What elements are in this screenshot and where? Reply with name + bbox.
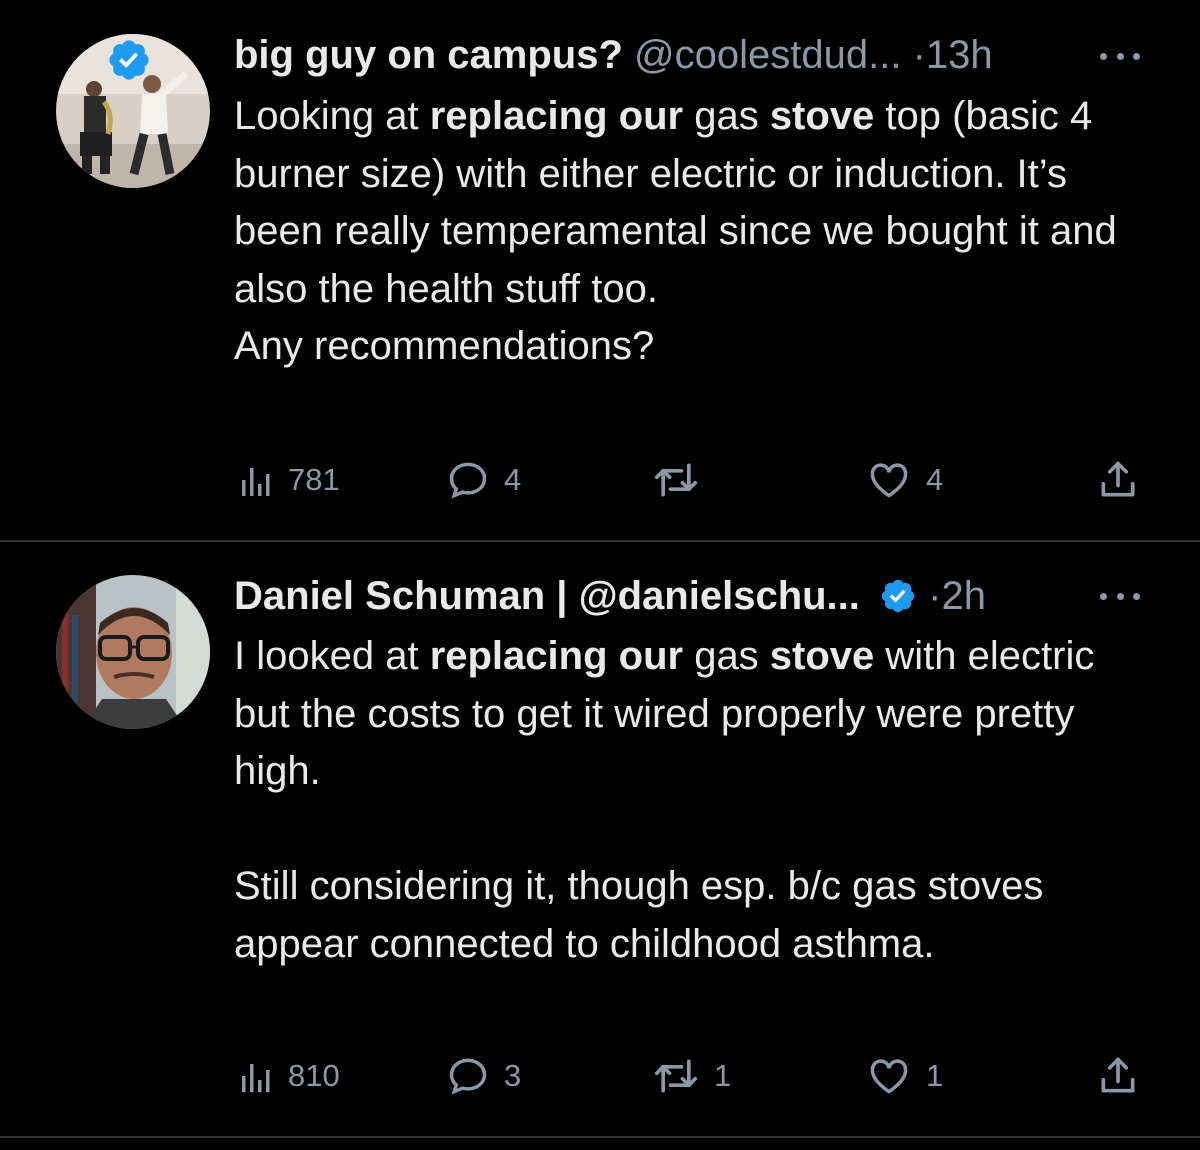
retweet-button[interactable] [652,458,714,502]
retweet-icon [654,1059,698,1093]
timestamp[interactable]: 13h [926,33,993,77]
user-handle[interactable]: @coolestdud... [634,33,901,77]
like-icon [870,463,908,498]
views-icon [242,468,270,496]
share-icon [1101,1057,1135,1093]
timestamp[interactable]: 2h [941,574,986,618]
tweet[interactable]: Daniel Schuman | @danielschu... ·2h I lo… [0,542,1200,1137]
display-name[interactable]: Daniel Schuman | @danielschu... [234,574,860,618]
separator-dot: · [912,33,926,77]
views-button[interactable]: 781 [238,458,340,502]
tweet-text: Looking at replacing our gas stove top (… [234,88,1154,376]
views-icon [242,1064,270,1092]
tweet-actions: 810 3 1 1 [234,1054,1144,1098]
verified-badge-icon [109,40,149,80]
tweet-paragraph: I looked at replacing our gas stove with… [234,634,1095,793]
display-name[interactable]: big guy on campus? [234,33,623,77]
tweet-header: big guy on campus? @coolestdud... ·13h [234,32,993,78]
reply-button[interactable]: 4 [446,458,521,502]
share-button[interactable] [1096,1054,1140,1098]
verified-badge-icon [881,579,915,613]
tweet-text: I looked at replacing our gas stove with… [234,628,1154,973]
like-count: 1 [926,1058,944,1093]
separator-dot: · [928,574,942,618]
divider [0,1136,1200,1138]
reply-icon [449,462,487,499]
tweet-paragraph: Any recommendations? [234,324,655,368]
like-button[interactable]: 1 [866,1054,943,1098]
tweet-paragraph: Looking at replacing our gas stove top (… [234,94,1117,311]
tweet[interactable]: big guy on campus? @coolestdud... ·13h L… [0,0,1200,540]
tweet-actions: 781 4 4 [234,458,1144,502]
reply-count: 3 [504,1058,522,1093]
share-button[interactable] [1096,458,1140,502]
tweet-header: Daniel Schuman | @danielschu... ·2h [234,573,986,619]
views-count: 810 [288,1058,340,1093]
more-icon[interactable] [1100,586,1140,606]
retweet-count: 1 [714,1058,732,1093]
views-count: 781 [288,462,340,497]
like-icon [870,1059,908,1094]
retweet-icon [654,463,698,497]
share-icon [1101,461,1135,497]
retweet-button[interactable]: 1 [652,1054,731,1098]
views-button[interactable]: 810 [238,1054,340,1098]
like-count: 4 [926,462,944,497]
more-icon[interactable] [1100,46,1140,66]
like-button[interactable]: 4 [866,458,943,502]
reply-count: 4 [504,462,522,497]
tweet-paragraph: Still considering it, though esp. b/c ga… [234,864,1044,966]
reply-button[interactable]: 3 [446,1054,521,1098]
avatar[interactable] [56,575,210,729]
reply-icon [449,1058,487,1095]
